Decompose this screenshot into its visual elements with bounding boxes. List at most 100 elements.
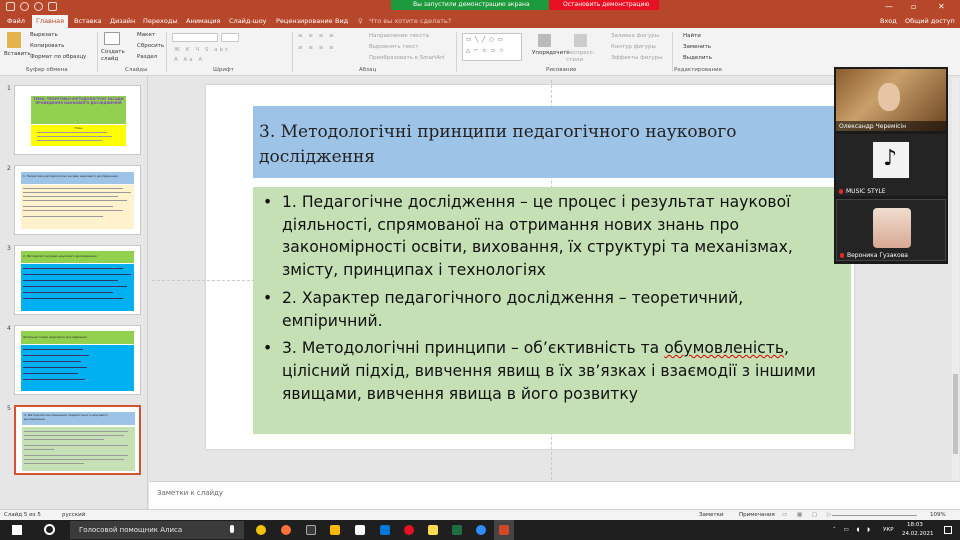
quick-styles-button[interactable]: Экспресс-стили	[566, 50, 600, 64]
drawing-group-label: Рисование	[546, 67, 577, 73]
store-icon[interactable]	[355, 525, 365, 535]
shape-fill-button[interactable]: Заливка фигуры	[611, 33, 659, 39]
align-text-button[interactable]: Выровнять текст	[369, 44, 418, 50]
alice-assistant-icon[interactable]	[44, 524, 55, 535]
save-icon[interactable]	[6, 2, 15, 11]
stop-share-button[interactable]: Остановить демонстрацию	[549, 0, 659, 10]
zoom-app-icon[interactable]	[476, 525, 486, 535]
slide-thumbnail-4[interactable]: Загальна схема наукового дослідження	[14, 325, 141, 395]
format-painter-button[interactable]: Формат по образцу	[30, 54, 86, 60]
sign-in-link[interactable]: Вход	[880, 17, 897, 25]
slide-thumbnail-2[interactable]: 1. Теоретико-методологічні засади науков…	[14, 165, 141, 235]
slide-title: 3. Методологічні принципи педагогічного …	[259, 122, 737, 167]
tab-file[interactable]: Файл	[7, 17, 25, 25]
minimize-button[interactable]: —	[885, 3, 893, 11]
section-button[interactable]: Раздел	[137, 54, 157, 60]
slide-thumbnail-3[interactable]: 2. Методологічні рівні наукового дослідж…	[14, 245, 141, 315]
video-call-panel: Олександр Черемісін ♪ MUSIC STYLE Верони…	[834, 67, 948, 264]
font-format-icons[interactable]: Ж К Ч S abc	[174, 47, 230, 53]
excel-icon[interactable]	[452, 525, 462, 535]
firefox-icon[interactable]	[281, 525, 291, 535]
tab-view[interactable]: Вид	[335, 17, 348, 25]
notes-toggle[interactable]: Заметки	[699, 512, 724, 518]
mail-icon[interactable]	[380, 525, 390, 535]
microphone-icon[interactable]	[230, 525, 234, 533]
tab-review[interactable]: Рецензирование	[276, 17, 333, 25]
tab-animations[interactable]: Анимация	[186, 17, 220, 25]
arrange-icon[interactable]	[538, 34, 551, 47]
arrange-button[interactable]: Упорядочить	[532, 50, 570, 56]
comments-toggle[interactable]: Примечания	[739, 512, 775, 518]
tab-insert[interactable]: Вставка	[74, 17, 102, 25]
replace-button[interactable]: Заменить	[683, 44, 711, 50]
clock-date[interactable]: 24.02.2021	[902, 531, 934, 537]
language-indicator[interactable]: русский	[62, 512, 85, 518]
zoom-slider[interactable]	[832, 515, 917, 516]
tab-home[interactable]: Главная	[32, 15, 68, 28]
tab-slideshow[interactable]: Слайд-шоу	[229, 17, 267, 25]
shape-outline-button[interactable]: Контур фигуры	[611, 44, 656, 50]
paste-icon[interactable]	[7, 32, 21, 48]
task-view-icon[interactable]	[306, 525, 316, 535]
vertical-scrollbar[interactable]	[952, 78, 959, 480]
shape-effects-button[interactable]: Эффекты фигуры	[611, 55, 663, 61]
editing-group-label: Редактирование	[674, 67, 722, 73]
text-direction-button[interactable]: Направление текста	[369, 33, 429, 39]
new-slide-icon[interactable]	[104, 32, 120, 45]
powerpoint-icon[interactable]	[499, 525, 509, 535]
font-name-input[interactable]	[172, 33, 218, 42]
explorer-icon[interactable]	[330, 525, 340, 535]
new-slide-button[interactable]: Создать слайд	[101, 49, 127, 63]
keyboard-language[interactable]: УКР	[883, 527, 894, 533]
yandex-icon[interactable]	[428, 525, 438, 535]
scrollbar-thumb[interactable]	[953, 374, 958, 454]
system-tray-icons[interactable]: ˄ ▭ ◖ ◗	[833, 527, 873, 533]
cut-button[interactable]: Вырезать	[30, 32, 58, 38]
font-color-icons[interactable]: A Aa A	[174, 57, 204, 63]
thumbnail-title: 2. Методологічні рівні наукового дослідж…	[23, 254, 97, 258]
opera-icon[interactable]	[404, 525, 414, 535]
quick-styles-icon[interactable]	[574, 34, 587, 47]
slide-content-box[interactable]: 1. Педагогічне дослідження – це процес і…	[253, 187, 851, 434]
slides-group-label: Слайды	[125, 67, 148, 73]
clock-time[interactable]: 18:03	[907, 522, 923, 528]
screen-share-notice: Вы запустили демонстрацию экрана	[391, 0, 549, 10]
reset-button[interactable]: Сбросить	[137, 43, 164, 49]
close-button[interactable]: ✕	[938, 3, 945, 11]
list-icons[interactable]: ≡ ≡ ≡ ≡	[298, 33, 336, 39]
font-size-input[interactable]	[221, 33, 239, 42]
slide-thumbnail-1[interactable]: ТЕМА: ТЕОРЕТИКО-МЕТОДОЛОГІЧНІ ЗАСАДИ ПРО…	[14, 85, 141, 155]
video-tile[interactable]: Вероника Гузакова	[836, 199, 946, 261]
undo-icon[interactable]	[20, 2, 29, 11]
notes-pane[interactable]: Заметки к слайду	[149, 481, 960, 509]
maximize-button[interactable]: ▫	[911, 3, 916, 11]
copy-button[interactable]: Копировать	[30, 43, 64, 49]
notifications-icon[interactable]	[944, 526, 952, 534]
view-buttons[interactable]: ▭ ▦ ▢ ▷	[782, 512, 835, 518]
layout-button[interactable]: Макет	[137, 32, 155, 38]
thumbnail-title: ТЕМА: ТЕОРЕТИКО-МЕТОДОЛОГІЧНІ ЗАСАДИ ПРО…	[33, 97, 124, 105]
chrome-icon[interactable]	[256, 525, 266, 535]
video-tile[interactable]: Олександр Черемісін	[836, 69, 946, 131]
windows-start-icon[interactable]	[12, 525, 22, 535]
search-box[interactable]: Голосовой помощник Алиса	[70, 521, 244, 539]
redo-icon[interactable]	[34, 2, 43, 11]
bullet-list: 1. Педагогічне дослідження – це процес і…	[263, 191, 843, 410]
smartart-button[interactable]: Преобразовать в SmartArt	[369, 55, 445, 61]
paste-button[interactable]: Вставить	[4, 51, 31, 57]
tell-me-input[interactable]: Что вы хотите сделать?	[369, 17, 451, 25]
tab-design[interactable]: Дизайн	[110, 17, 135, 25]
thumbnail-title: Загальна схема наукового дослідження	[23, 335, 87, 339]
presentation-icon[interactable]	[48, 2, 57, 11]
align-icons[interactable]: ≡ ≡ ≡ ≡	[298, 45, 336, 51]
find-button[interactable]: Найти	[683, 33, 701, 39]
notes-placeholder: Заметки к слайду	[157, 489, 224, 497]
slide-thumbnail-5[interactable]: 3. Методологічні принципи педагогічного …	[14, 405, 141, 475]
video-tile[interactable]: ♪ MUSIC STYLE	[836, 134, 946, 196]
select-button[interactable]: Выделить	[683, 55, 712, 61]
paragraph-group-label: Абзац	[359, 67, 377, 73]
share-button[interactable]: Общий доступ	[905, 17, 955, 25]
tab-transitions[interactable]: Переходы	[143, 17, 177, 25]
zoom-level[interactable]: 109%	[930, 512, 946, 518]
slide-title-box[interactable]: 3. Методологічні принципи педагогічного …	[253, 106, 851, 178]
